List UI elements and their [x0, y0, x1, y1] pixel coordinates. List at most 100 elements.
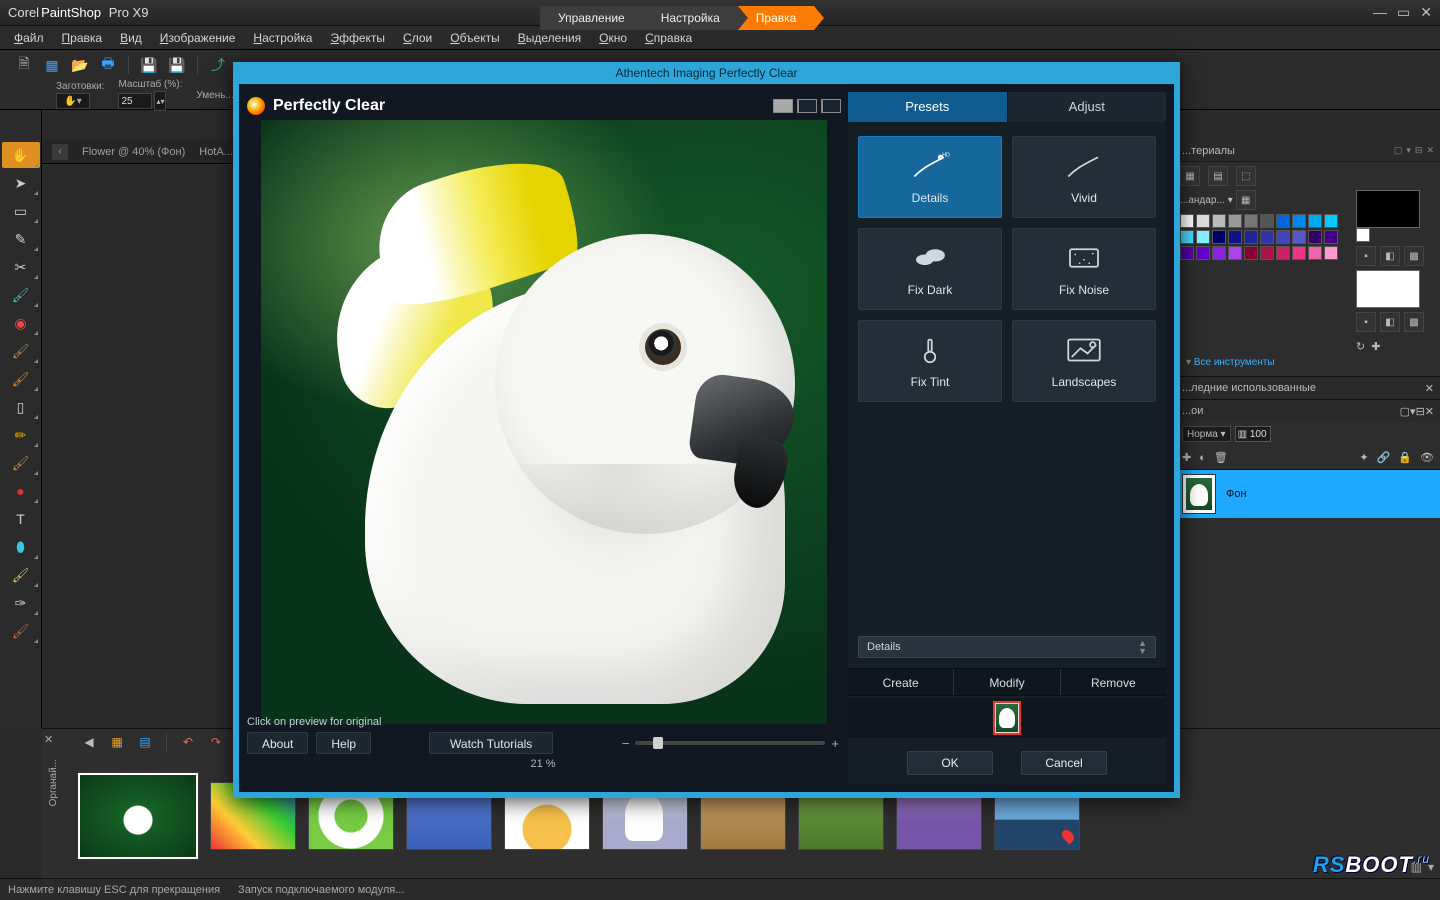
menu-objects[interactable]: Объекты — [450, 31, 500, 45]
share-icon[interactable]: ⤴ — [208, 55, 228, 75]
tab-nav-left[interactable]: ‹ — [52, 144, 68, 160]
menu-image[interactable]: Изображение — [160, 31, 236, 45]
opacity-field[interactable]: ▥ 100 — [1235, 426, 1271, 442]
mode-tab-edit[interactable]: Правка — [738, 6, 815, 30]
swatch-mode-2[interactable]: ▤ — [1208, 166, 1228, 186]
menu-view[interactable]: Вид — [120, 31, 142, 45]
new-layer-icon[interactable]: ✚ — [1182, 451, 1191, 464]
menu-file[interactable]: Файл — [14, 31, 44, 45]
zoom-value-input[interactable] — [118, 93, 152, 109]
panel-undock-icon[interactable]: ▢ — [1400, 406, 1410, 418]
panel-undock-icon[interactable]: ▢ — [1394, 145, 1403, 156]
zoom-in-button[interactable]: + — [831, 736, 839, 751]
swatch-mode-3[interactable]: ⬚ — [1236, 166, 1256, 186]
paint-tool[interactable]: 🖌 — [2, 366, 40, 392]
tab-presets[interactable]: Presets — [848, 92, 1007, 122]
preset-details[interactable]: HD Details — [858, 136, 1002, 218]
view-mode-single[interactable] — [773, 99, 793, 113]
add-swatch-icon[interactable]: ✚ — [1371, 340, 1380, 353]
ok-button[interactable]: OK — [907, 751, 993, 775]
menu-edit[interactable]: Правка — [62, 31, 103, 45]
rotate-left-icon[interactable]: ↶ — [179, 733, 197, 751]
fg-color[interactable] — [1356, 190, 1420, 228]
oil-brush-tool[interactable]: 🖌 — [2, 618, 40, 644]
lock-icon[interactable]: 🔒 — [1398, 451, 1412, 464]
view-mode-split-h[interactable] — [797, 99, 817, 113]
close-button[interactable]: ✕ — [1420, 4, 1432, 21]
organizer-tab-label[interactable]: Органай... — [48, 759, 59, 806]
preset-vivid[interactable]: Vivid — [1012, 136, 1156, 218]
crop-tool[interactable]: ✂ — [2, 254, 40, 280]
preset-fix-tint[interactable]: Fix Tint — [858, 320, 1002, 402]
document-tab[interactable]: Flower @ 40% (Фон) — [82, 146, 185, 158]
open-folder-icon[interactable]: 📂 — [70, 55, 90, 75]
palette-grid-toggle[interactable]: ▦ — [1236, 190, 1256, 210]
organizer-menu-icon[interactable]: ▥ — [1411, 860, 1422, 874]
help-button[interactable]: Help — [316, 732, 371, 754]
preset-landscapes[interactable]: Landscapes — [1012, 320, 1156, 402]
zoom-out-button[interactable]: − — [622, 736, 630, 751]
gradient-tool[interactable]: ▯ — [2, 394, 40, 420]
about-button[interactable]: About — [247, 732, 308, 754]
menu-layers[interactable]: Слои — [403, 31, 432, 45]
rotate-right-icon[interactable]: ↷ — [207, 733, 225, 751]
layer-visibility-icon[interactable]: 👁 — [1420, 451, 1434, 464]
save-as-icon[interactable]: 💾 — [167, 55, 187, 75]
preset-modify-button[interactable]: Modify — [953, 669, 1059, 695]
clone-tool[interactable]: 🖌 — [2, 338, 40, 364]
spray-tool[interactable]: ✑ — [2, 590, 40, 616]
fx-icon[interactable]: ✦ — [1359, 451, 1368, 464]
zoom-stepper[interactable]: ▴▾ — [154, 91, 166, 111]
color-swatches[interactable] — [1180, 214, 1350, 260]
mode-tab-adjust[interactable]: Настройка — [643, 6, 738, 30]
redeye-tool[interactable]: ◉ — [2, 310, 40, 336]
maximize-button[interactable]: ▭ — [1397, 4, 1410, 21]
preset-remove-button[interactable]: Remove — [1060, 669, 1166, 695]
dodge-tool[interactable]: ● — [2, 478, 40, 504]
history-panel-header[interactable]: ...ледние использованные ✕ — [1176, 377, 1440, 399]
preset-create-button[interactable]: Create — [848, 669, 953, 695]
view-grid-icon[interactable]: ▦ — [108, 733, 126, 751]
material-gradient-icon[interactable]: ◧ — [1380, 246, 1400, 266]
preset-dropdown[interactable]: Details ▲▼ — [858, 636, 1156, 658]
view-list-icon[interactable]: ▤ — [136, 733, 154, 751]
cancel-button[interactable]: Cancel — [1021, 751, 1107, 775]
panel-close-icon[interactable]: ✕ — [1425, 383, 1434, 395]
document-tab-secondary[interactable]: HotA... — [199, 146, 233, 158]
eyedropper-tool[interactable]: ✎ — [2, 226, 40, 252]
grid-icon[interactable]: ▦ — [42, 55, 62, 75]
mask-icon[interactable]: ◐ — [1199, 452, 1206, 464]
swap-colors-icon[interactable]: ↻ — [1356, 340, 1365, 353]
nav-prev-icon[interactable]: ◀ — [80, 733, 98, 751]
all-tools-link[interactable]: ▾ Все инструменты — [1180, 353, 1436, 372]
thumbnail[interactable] — [78, 773, 198, 859]
shape-tool[interactable]: ⬮ — [2, 534, 40, 560]
material-solid-icon-2[interactable]: ▪ — [1356, 312, 1376, 332]
art-brush-tool[interactable]: 🖌 — [2, 562, 40, 588]
material-solid-icon[interactable]: ▪ — [1356, 246, 1376, 266]
panel-pin-icon[interactable]: ⊟ — [1415, 145, 1423, 156]
view-mode-split-v[interactable] — [821, 99, 841, 113]
preview-area[interactable] — [261, 120, 827, 724]
scanner-icon[interactable]: 🖶 — [98, 55, 118, 75]
bg-color[interactable] — [1356, 270, 1420, 308]
smudge-tool[interactable]: 🖌 — [2, 450, 40, 476]
swatch-mode-1[interactable]: ▦ — [1180, 166, 1200, 186]
pan-tool[interactable]: ✋ — [2, 142, 40, 168]
organizer-expand-icon[interactable]: ▾ — [1428, 860, 1434, 874]
material-pattern-icon-2[interactable]: ▩ — [1404, 312, 1424, 332]
organizer-close-icon[interactable]: ✕ — [44, 733, 53, 746]
save-icon[interactable]: 💾 — [139, 55, 159, 75]
selection-tool[interactable]: ▭ — [2, 198, 40, 224]
blend-mode-select[interactable]: Норма ▾ — [1182, 426, 1231, 442]
materials-panel-header[interactable]: ...териалы ▢▾⊟✕ — [1176, 140, 1440, 162]
panel-pin-icon[interactable]: ⊟ — [1416, 406, 1425, 418]
material-gradient-icon-2[interactable]: ◧ — [1380, 312, 1400, 332]
minimize-button[interactable]: — — [1373, 4, 1387, 21]
new-file-icon[interactable]: 🗎 — [14, 55, 34, 75]
watch-tutorials-button[interactable]: Watch Tutorials — [429, 732, 553, 754]
preset-fix-noise[interactable]: Fix Noise — [1012, 228, 1156, 310]
pointer-tool[interactable]: ➤ — [2, 170, 40, 196]
zoom-slider[interactable] — [635, 741, 825, 745]
pencil-tool[interactable]: ✏ — [2, 422, 40, 448]
